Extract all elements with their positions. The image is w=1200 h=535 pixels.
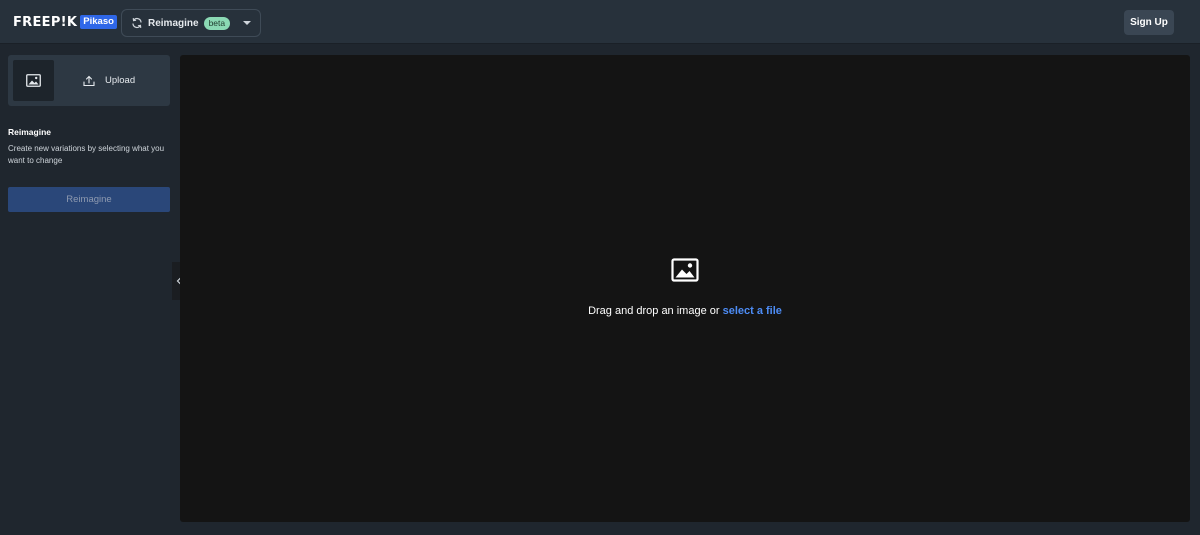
logo-badge: Pikaso (80, 15, 117, 29)
reimagine-button[interactable]: Reimagine (8, 187, 170, 212)
image-icon (671, 258, 699, 282)
tool-selector-dropdown[interactable]: Reimagine beta (121, 9, 261, 37)
refresh-icon (131, 17, 143, 29)
sidebar: Upload Reimagine Create new variations b… (0, 45, 180, 535)
tool-selector-label: Reimagine (148, 17, 199, 29)
drop-text: Drag and drop an image or (588, 305, 723, 317)
image-thumbnail-slot[interactable] (13, 60, 54, 101)
image-icon (26, 74, 41, 87)
drop-instructions: Drag and drop an image or select a file (180, 305, 1190, 317)
upload-label: Upload (105, 75, 136, 86)
freepik-logo[interactable]: FREEP!K Pikaso (13, 14, 117, 30)
upload-panel: Upload (8, 55, 170, 106)
upload-icon (83, 75, 95, 87)
section-title: Reimagine (8, 127, 51, 137)
beta-badge: beta (203, 16, 231, 30)
select-file-link[interactable]: select a file (723, 305, 782, 317)
image-drop-zone[interactable]: Drag and drop an image or select a file (180, 55, 1190, 522)
top-bar: FREEP!K Pikaso Reimagine beta Sign Up (0, 0, 1200, 44)
section-description: Create new variations by selecting what … (8, 144, 165, 165)
chevron-down-icon (243, 20, 251, 26)
sign-up-button[interactable]: Sign Up (1124, 10, 1174, 35)
logo-wordmark: FREEP!K (13, 14, 78, 30)
upload-button[interactable]: Upload (83, 75, 135, 87)
